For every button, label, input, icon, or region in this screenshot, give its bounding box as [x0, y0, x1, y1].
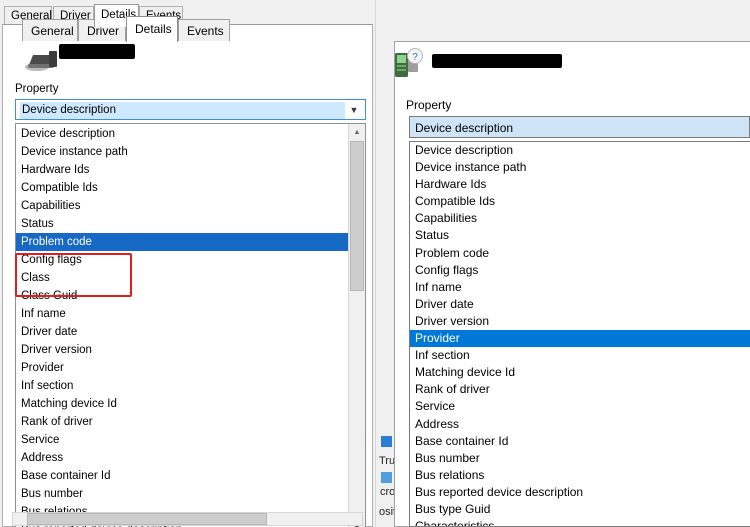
- property-list-items-left: Device description Device instance path …: [16, 125, 349, 527]
- list-item[interactable]: Inf name: [16, 305, 349, 323]
- list-item[interactable]: Config flags: [410, 262, 750, 279]
- background-icon: [381, 472, 392, 483]
- scrollbar-thumb[interactable]: [350, 141, 364, 291]
- device-icon: ?: [395, 48, 423, 77]
- property-dropdown-value: Device description: [20, 102, 345, 119]
- list-item[interactable]: Status: [410, 227, 750, 244]
- list-item-selected[interactable]: Provider: [410, 330, 750, 348]
- list-item[interactable]: Driver version: [410, 313, 750, 330]
- list-item[interactable]: Status: [16, 215, 349, 233]
- list-item[interactable]: Problem code: [410, 245, 750, 262]
- property-list-right[interactable]: Device description Device instance path …: [409, 141, 750, 527]
- device-header-left: Device: [15, 37, 355, 73]
- list-item[interactable]: Inf section: [16, 377, 349, 395]
- svg-text:?: ?: [412, 52, 418, 63]
- list-item[interactable]: Class: [16, 269, 349, 287]
- list-item-selected[interactable]: Problem code: [16, 233, 349, 251]
- list-item[interactable]: Bus number: [410, 450, 750, 467]
- list-item[interactable]: Device instance path: [410, 159, 750, 176]
- list-item[interactable]: Driver version: [16, 341, 349, 359]
- list-item[interactable]: Bus number: [16, 485, 349, 503]
- property-dropdown-left[interactable]: Device description ▼: [15, 99, 366, 120]
- tab-events[interactable]: Events: [178, 19, 230, 41]
- list-item[interactable]: Base container Id: [410, 433, 750, 450]
- device-header-right: ?: [392, 48, 722, 84]
- device-name-suffix: Device: [83, 47, 120, 61]
- list-item[interactable]: Device instance path: [16, 143, 349, 161]
- list-item[interactable]: Address: [16, 449, 349, 467]
- property-label-right: Property: [406, 98, 452, 112]
- property-list-left[interactable]: Device description Device instance path …: [15, 123, 366, 527]
- list-item[interactable]: Address: [410, 416, 750, 433]
- list-item[interactable]: Hardware Ids: [16, 161, 349, 179]
- list-item[interactable]: Config flags: [16, 251, 349, 269]
- list-item[interactable]: Device description: [410, 142, 750, 159]
- list-item[interactable]: Driver date: [410, 296, 750, 313]
- list-item[interactable]: Service: [16, 431, 349, 449]
- screenshot-root: osi site General Driver Details Events D…: [0, 0, 750, 527]
- list-item[interactable]: Bus reported device description: [410, 484, 750, 501]
- list-item[interactable]: Inf name: [410, 279, 750, 296]
- list-item[interactable]: Capabilities: [16, 197, 349, 215]
- tab-general[interactable]: General: [22, 19, 78, 41]
- list-item[interactable]: Compatible Ids: [16, 179, 349, 197]
- property-dropdown-right[interactable]: Device description: [409, 116, 750, 138]
- scroll-up-arrow-icon[interactable]: ▲: [349, 124, 365, 140]
- details-tab-page-left: Device Property Device description ▼ Dev…: [2, 24, 373, 527]
- list-item[interactable]: Provider: [16, 359, 349, 377]
- list-item[interactable]: Bus type Guid: [410, 501, 750, 518]
- list-item[interactable]: Base container Id: [16, 467, 349, 485]
- list-item[interactable]: Matching device Id: [16, 395, 349, 413]
- chevron-down-icon[interactable]: ▼: [347, 100, 361, 119]
- property-label-left: Property: [15, 83, 59, 95]
- list-item[interactable]: Compatible Ids: [410, 193, 750, 210]
- list-item[interactable]: Rank of driver: [410, 381, 750, 398]
- list-item[interactable]: Class Guid: [16, 287, 349, 305]
- list-item[interactable]: Rank of driver: [16, 413, 349, 431]
- property-dropdown-value: Device description: [415, 121, 514, 135]
- list-item[interactable]: Service: [410, 398, 750, 415]
- list-item[interactable]: Bus relations: [410, 467, 750, 484]
- background-icon: [381, 436, 392, 447]
- redacted-device-name: [432, 54, 562, 68]
- list-item[interactable]: Hardware Ids: [410, 176, 750, 193]
- horizontal-scrollbar-left[interactable]: [12, 512, 363, 526]
- list-item[interactable]: Device description: [16, 125, 349, 143]
- list-item[interactable]: Capabilities: [410, 210, 750, 227]
- tab-details[interactable]: Details: [126, 16, 178, 42]
- list-item[interactable]: Driver date: [16, 323, 349, 341]
- list-item[interactable]: Characteristics: [410, 518, 750, 526]
- scrollbar-thumb[interactable]: [27, 513, 267, 525]
- list-item[interactable]: Matching device Id: [410, 364, 750, 381]
- device-properties-dialog-left: General Driver Details Events Device Pro…: [0, 0, 376, 527]
- list-item[interactable]: Inf section: [410, 347, 750, 364]
- vertical-scrollbar-left[interactable]: ▲ ▼: [348, 124, 365, 527]
